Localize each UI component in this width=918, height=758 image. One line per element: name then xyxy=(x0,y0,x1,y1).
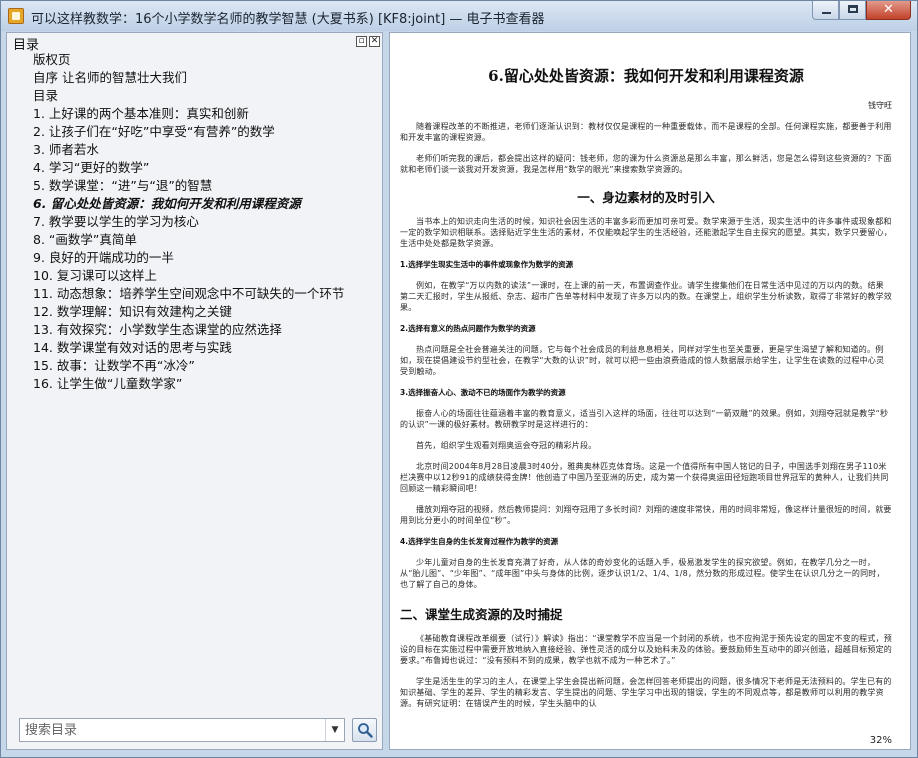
float-pane-icon[interactable]: ▫ xyxy=(356,36,367,47)
toc-item[interactable]: 8. “画数学”真简单 xyxy=(7,231,382,249)
chapter-author: 钱守旺 xyxy=(868,101,892,110)
search-button[interactable] xyxy=(352,718,377,742)
paragraph: 《基础教育课程改革纲要（试行）》解读》指出：“课堂教学不应当是一个封闭的系统，也… xyxy=(400,634,892,665)
toc-item[interactable]: 7. 教学要以学生的学习为核心 xyxy=(7,213,382,231)
toc-item[interactable]: 版权页 xyxy=(7,51,382,69)
close-icon: ✕ xyxy=(883,2,894,17)
subsection-heading: 4.选择学生自身的生长发育过程作为教学的资源 xyxy=(400,537,559,546)
document-pane[interactable]: 6.留心处处皆资源：我如何开发和利用课程资源 钱守旺 随着课程改革的不断推进，老… xyxy=(389,32,911,750)
toc-item[interactable]: 15. 故事：让数学不再“冰冷” xyxy=(7,357,382,375)
close-pane-icon[interactable]: ✕ xyxy=(369,36,380,47)
toc-item[interactable]: 目录 xyxy=(7,87,382,105)
paragraph: 首先，组织学生观看刘翔奥运会夺冠的精彩片段。 xyxy=(416,441,597,450)
search-input[interactable] xyxy=(19,718,345,742)
maximize-icon xyxy=(848,5,858,13)
toc-item[interactable]: 12. 数学理解：知识有效建构之关键 xyxy=(7,303,382,321)
window-title: 可以这样教数学：16个小学数学名师的教学智慧 (大夏书系) [KF8:joint… xyxy=(31,12,545,27)
chapter-title: 6.留心处处皆资源：我如何开发和利用课程资源 xyxy=(488,67,804,85)
search-icon xyxy=(358,723,373,738)
toc-item[interactable]: 16. 让学生做“儿童数学家” xyxy=(7,375,382,393)
toc-item[interactable]: 9. 良好的开端成功的一半 xyxy=(7,249,382,267)
toc-item[interactable]: 14. 数学课堂有效对话的思考与实践 xyxy=(7,339,382,357)
paragraph: 例如，在教学“万以内数的读法”一课时，在上课的前一天，布置调查作业。请学生搜集他… xyxy=(400,281,892,312)
chevron-down-icon[interactable]: ▼ xyxy=(325,719,344,741)
app-icon xyxy=(8,8,24,24)
subsection-heading: 1.选择学生现实生活中的事件或现象作为数学的资源 xyxy=(400,260,574,269)
paragraph: 当书本上的知识走向生活的时候，知识社会因生活的丰富多彩而更加可亲可爱。数学来源于… xyxy=(400,217,892,248)
section-heading: 二、课堂生成资源的及时捕捉 xyxy=(400,607,563,622)
viewer-window: 可以这样教数学：16个小学数学名师的教学智慧 (大夏书系) [KF8:joint… xyxy=(0,0,918,758)
toc-item[interactable]: 5. 数学课堂：“进”与“退”的智慧 xyxy=(7,177,382,195)
toc-search: ▼ xyxy=(19,718,377,742)
minimize-button[interactable] xyxy=(812,1,839,20)
paragraph: 学生是活生生的学习的主人，在课堂上学生会提出新问题，会怎样回答老师提出的问题，很… xyxy=(400,677,892,708)
minimize-icon xyxy=(822,12,831,14)
paragraph: 老师们听完我的课后，都会提出这样的疑问：钱老师，您的课为什么资源总是那么丰富，那… xyxy=(400,154,892,174)
book-page: 6.留心处处皆资源：我如何开发和利用课程资源 钱守旺 随着课程改革的不断推进，老… xyxy=(400,55,892,709)
maximize-button[interactable] xyxy=(839,1,866,20)
section-heading: 一、身边素材的及时引入 xyxy=(577,190,715,205)
paragraph: 随着课程改革的不断推进，老师们逐渐认识到：教材仅仅是课程的一种重要载体，而不是课… xyxy=(400,122,892,142)
subsection-heading: 3.选择振奋人心、激动不已的场面作为教学的资源 xyxy=(400,388,566,397)
toc-item[interactable]: 自序 让名师的智慧壮大我们 xyxy=(7,69,382,87)
paragraph: 北京时间2004年8月28日凌晨3时40分，雅典奥林匹克体育场。这是一个值得所有… xyxy=(400,462,889,493)
zoom-level: 32% xyxy=(869,735,892,746)
toc-header: 目录 ▫ ✕ xyxy=(7,33,382,53)
window-controls: ✕ xyxy=(812,1,911,20)
title-bar[interactable]: 可以这样教数学：16个小学数学名师的教学智慧 (大夏书系) [KF8:joint… xyxy=(1,1,917,31)
subsection-heading: 2.选择有意义的热点问题作为数学的资源 xyxy=(400,324,536,333)
paragraph: 播放刘翔夺冠的视频，然后教师提问：刘翔夺冠用了多长时间？刘翔的速度非常快，用的时… xyxy=(400,505,892,525)
toc-item[interactable]: 3. 师者若水 xyxy=(7,141,382,159)
toc-item[interactable]: 13. 有效探究：小学数学生态课堂的应然选择 xyxy=(7,321,382,339)
paragraph: 少年儿童对自身的生长发育充满了好奇，从人体的奇妙变化的话题入手，极易激发学生的探… xyxy=(400,558,885,589)
toc-item[interactable]: 10. 复习课可以这样上 xyxy=(7,267,382,285)
toc-item-current[interactable]: 6. 留心处处皆资源：我如何开发和利用课程资源 xyxy=(7,195,382,213)
toc-pane: 目录 ▫ ✕ 版权页 自序 让名师的智慧壮大我们 目录 1. 上好课的两个基本准… xyxy=(6,32,383,750)
paragraph: 振奋人心的场面往往蕴涵着丰富的教育意义，适当引入这样的场面，往往可以达到“一箭双… xyxy=(400,409,889,429)
toc-item[interactable]: 4. 学习“更好的数学” xyxy=(7,159,382,177)
toc-list: 版权页 自序 让名师的智慧壮大我们 目录 1. 上好课的两个基本准则：真实和创新… xyxy=(7,51,382,393)
close-button[interactable]: ✕ xyxy=(866,1,911,20)
toc-item[interactable]: 1. 上好课的两个基本准则：真实和创新 xyxy=(7,105,382,123)
toc-item[interactable]: 2. 让孩子们在“好吃”中享受“有营养”的数学 xyxy=(7,123,382,141)
toc-item[interactable]: 11. 动态想象：培养学生空间观念中不可缺失的一个环节 xyxy=(7,285,382,303)
paragraph: 热点问题是全社会普遍关注的问题，它与每个社会成员的利益息息相关，同样对学生也至关… xyxy=(400,345,885,376)
